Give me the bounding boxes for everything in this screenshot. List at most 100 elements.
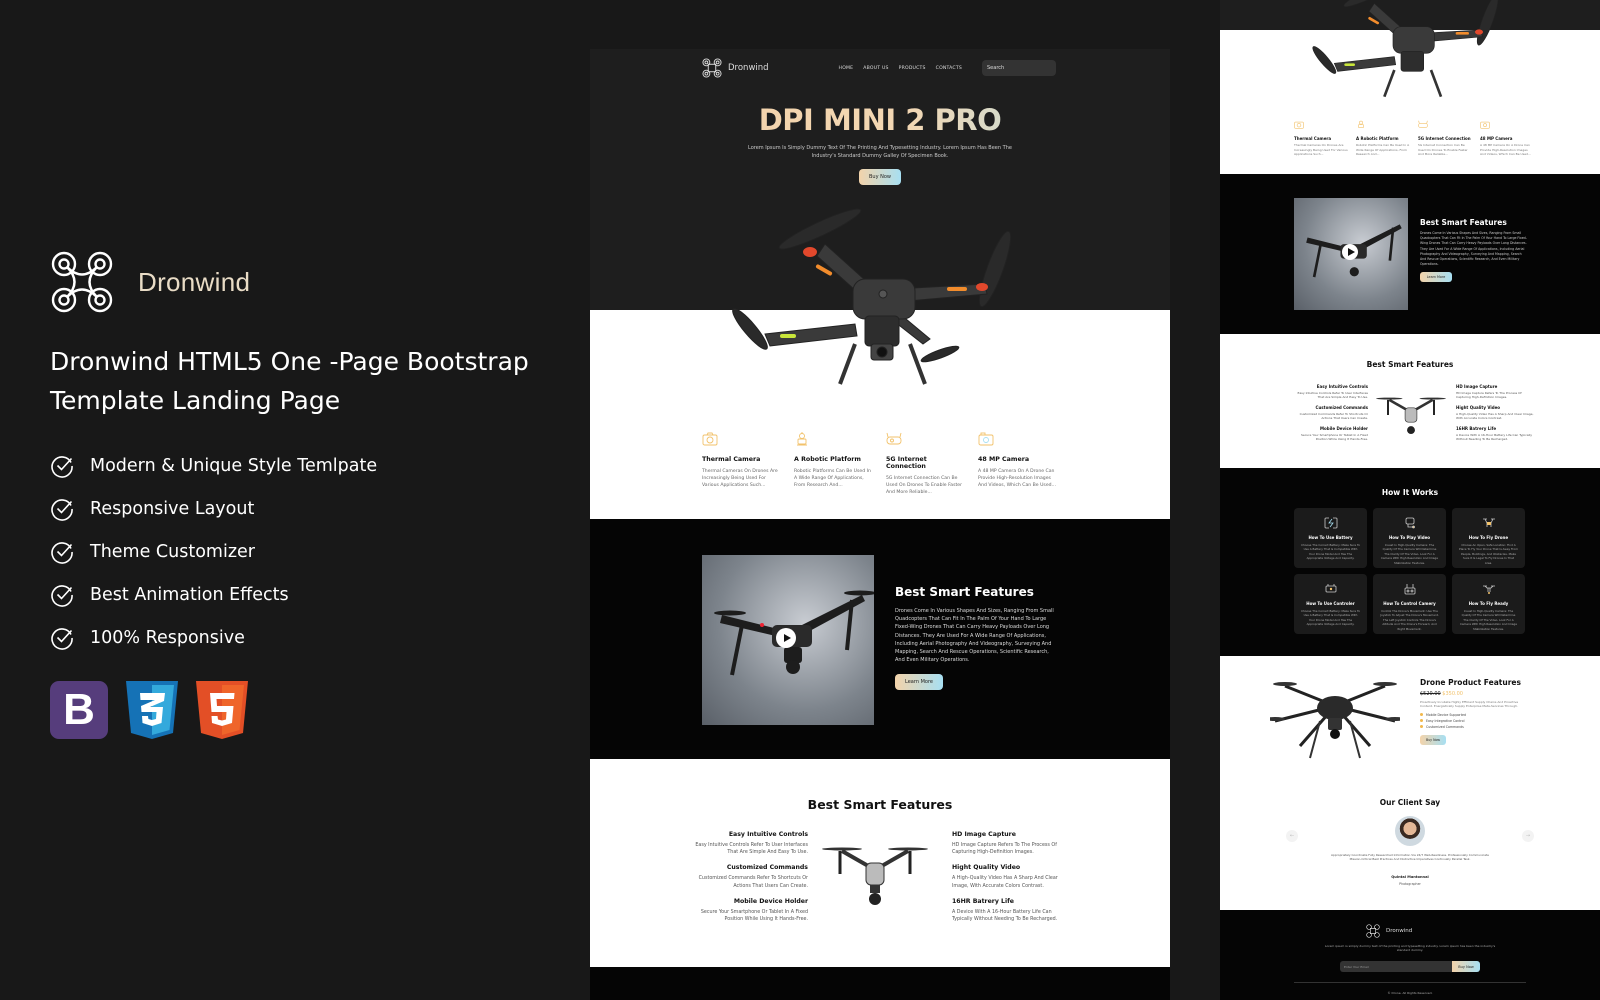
old-price: $520.00 bbox=[1420, 691, 1441, 697]
promo-feature: Best Animation Effects bbox=[50, 573, 560, 616]
how-card-desc: Control The Drone's Movement: Use The Jo… bbox=[1380, 609, 1439, 631]
client-role: Photographer bbox=[1399, 882, 1421, 886]
product-details: Drone Product Features $520.00 $350.00 P… bbox=[1420, 678, 1530, 745]
battery-icon bbox=[1324, 517, 1337, 529]
buy-now-button[interactable]: Buy Now bbox=[859, 169, 901, 185]
video-thumbnail[interactable] bbox=[1294, 198, 1408, 310]
product-buy-button[interactable]: Buy Now bbox=[1420, 734, 1446, 745]
how-it-works-grid: How To Use Battery Choose The Correct Bat… bbox=[1294, 508, 1526, 634]
promo-feature: Modern & Unique Style Temlpate bbox=[50, 444, 560, 487]
preview-navbar: Dronwind HOME ABOUT US PRODUCTS CONTACTS… bbox=[702, 57, 1056, 79]
how-card-desc: Choose The Correct Battery: Make Sure To… bbox=[1301, 543, 1360, 561]
best-feature-item: Mobile Device Holder Secure Your Smartpho… bbox=[1290, 426, 1368, 442]
router-icon bbox=[886, 432, 902, 445]
hero-title: DPI MINI 2 PRO bbox=[590, 103, 1170, 137]
nav-menu: HOME ABOUT US PRODUCTS CONTACTS bbox=[839, 66, 962, 71]
smart-features-section: Best Smart Features Drones Come In Vario… bbox=[590, 519, 1170, 759]
how-card-desc: Invest In High-Quality Camera: The Quali… bbox=[1459, 609, 1518, 631]
nav-logo[interactable]: Dronwind bbox=[702, 58, 769, 78]
best-features-left: Easy Intuitive Controls Easy Intuitive Co… bbox=[1290, 384, 1368, 446]
feature-desc: Thermal Cameras On Drones Are Increasing… bbox=[1294, 143, 1348, 157]
how-card: How To Fly Ready Invest In High-Quality C… bbox=[1452, 574, 1525, 634]
how-card-title: How To Use Battery bbox=[1308, 535, 1353, 540]
best-feature-item: Easy Intuitive Controls Easy Intuitive Co… bbox=[1290, 384, 1368, 400]
search-input[interactable]: Search bbox=[982, 60, 1056, 76]
nav-item-about[interactable]: ABOUT US bbox=[863, 66, 888, 71]
check-circle-icon bbox=[51, 498, 73, 521]
drone-logo-icon bbox=[1366, 924, 1380, 938]
product-bullet: Customized Commands bbox=[1420, 724, 1530, 730]
feature-desc: A 48 MP Camera On A Drone Can Provide Hi… bbox=[978, 469, 1056, 488]
nav-item-home[interactable]: HOME bbox=[839, 66, 854, 71]
new-price: $350.00 bbox=[1442, 691, 1463, 697]
hero-drone-image bbox=[1312, 0, 1499, 98]
testimonial-quote: Appropriately Coordinate Fully Researche… bbox=[1331, 853, 1489, 862]
product-bullets: Mobile Device Supported Easy Integrative… bbox=[1420, 712, 1530, 730]
check-circle-icon bbox=[51, 455, 73, 478]
best-feature-desc: Secure Your Smartphone Or Tablet In A Fi… bbox=[1301, 432, 1368, 442]
how-card-desc: Choose An Open, Safe Location: Find A Pl… bbox=[1459, 543, 1518, 565]
how-card-desc: Choose The Correct Battery: Make Sure To… bbox=[1301, 609, 1360, 627]
check-circle-icon bbox=[51, 627, 73, 650]
footer-logo[interactable]: Dronwind bbox=[1366, 924, 1412, 938]
best-features-drone-image bbox=[822, 847, 928, 905]
feature-card: 48 MP Camera A 48 MP Camera On A Drone Ca… bbox=[1480, 114, 1534, 157]
email-field[interactable]: Enter Your Email bbox=[1340, 961, 1452, 972]
promo-feature-label: Theme Customizer bbox=[90, 541, 255, 562]
how-card: How To Fly Drone Choose An Open, Safe Loc… bbox=[1452, 508, 1525, 568]
testimonial-title: Our Client Say bbox=[1379, 798, 1441, 807]
hero-drone-image bbox=[732, 208, 1012, 385]
promo-feature: Theme Customizer bbox=[50, 530, 560, 573]
feature-desc: Robotic Platforms Can Be Used In A Wide … bbox=[794, 469, 871, 488]
learn-more-button[interactable]: Learn More bbox=[1420, 272, 1452, 283]
feature-title: A Robotic Platform bbox=[1356, 136, 1399, 141]
best-feature-title: 16HR Batrery Life bbox=[1456, 425, 1497, 431]
nav-item-products[interactable]: PRODUCTS bbox=[899, 66, 926, 71]
footer-buy-button[interactable]: Buy Now bbox=[1452, 961, 1480, 972]
scrolled-preview: Thermal Camera Thermal Cameras On Drones … bbox=[1220, 0, 1600, 1000]
video-icon bbox=[1405, 517, 1415, 529]
router-icon bbox=[1418, 120, 1428, 128]
best-features-drone-image bbox=[1376, 397, 1446, 435]
how-card: How To Control Camery Control The Drone's… bbox=[1373, 574, 1446, 634]
best-feature-item: Easy Intuitive Controls Easy Intuitive Co… bbox=[690, 831, 808, 856]
best-feature-item: Customized Commands Customized Commands R… bbox=[690, 864, 808, 889]
best-feature-desc: A High-Quality Video Has A Sharp And Cle… bbox=[952, 876, 1058, 889]
prev-arrow-button[interactable]: ← bbox=[1286, 830, 1298, 842]
best-feature-title: 16HR Batrery Life bbox=[952, 897, 1014, 905]
best-feature-title: Mobile Device Holder bbox=[733, 897, 808, 905]
desktop-preview: Dronwind HOME ABOUT US PRODUCTS CONTACTS… bbox=[590, 49, 1170, 1000]
best-feature-title: Hight Quality Video bbox=[952, 864, 1021, 872]
feature-title: A Robotic Platform bbox=[794, 456, 861, 463]
how-card: How To Play Video Invest In High-Quality … bbox=[1373, 508, 1446, 568]
feature-title: 5G Internet Connection bbox=[1418, 136, 1471, 141]
play-button[interactable] bbox=[776, 628, 796, 648]
camera-icon bbox=[1294, 121, 1304, 129]
best-feature-desc: Secure Your Smartphone Or Tablet In A Fi… bbox=[700, 909, 808, 923]
features-row: Thermal Camera Thermal Cameras On Drones… bbox=[702, 431, 1058, 496]
feature-card: Thermal Camera Thermal Cameras On Drones… bbox=[702, 431, 782, 496]
nav-item-contacts[interactable]: CONTACTS bbox=[936, 66, 962, 71]
best-feature-title: Customized Commands bbox=[1315, 404, 1368, 410]
feature-title: 48 MP Camera bbox=[1480, 136, 1513, 141]
video-thumbnail[interactable] bbox=[702, 555, 874, 725]
next-arrow-button[interactable]: → bbox=[1522, 830, 1534, 842]
photo-camera-icon bbox=[1480, 121, 1490, 129]
best-feature-title: Customized Commands bbox=[726, 864, 808, 872]
promo-panel: Dronwind Dronwind HTML5 One -Page Bootst… bbox=[50, 250, 560, 739]
learn-more-button[interactable]: Learn More bbox=[895, 674, 943, 691]
best-feature-desc: Customized Commands Refer To Shortcuts O… bbox=[698, 876, 808, 889]
best-features-title: Best Smart Features bbox=[807, 797, 953, 812]
features-row: Thermal Camera Thermal Cameras On Drones … bbox=[1294, 114, 1534, 157]
how-card-title: How To Fly Drone bbox=[1468, 535, 1509, 540]
html5-icon bbox=[196, 681, 248, 739]
copyright: © Drone. All Rights Reserved. bbox=[1387, 991, 1433, 995]
best-feature-item: 16HR Batrery Life A Device With A 16-Hour… bbox=[952, 898, 1072, 923]
feature-card: 5G Internet Connection 5G Internet Connec… bbox=[1418, 114, 1472, 157]
check-circle-icon bbox=[51, 541, 73, 564]
play-button[interactable] bbox=[1342, 244, 1358, 260]
tech-badges: B bbox=[50, 681, 560, 739]
how-card: How To Use Controler Choose The Correct B… bbox=[1294, 574, 1367, 634]
best-feature-title: HD Image Capture bbox=[1456, 384, 1498, 389]
promo-feature-label: Modern & Unique Style Temlpate bbox=[90, 455, 378, 476]
